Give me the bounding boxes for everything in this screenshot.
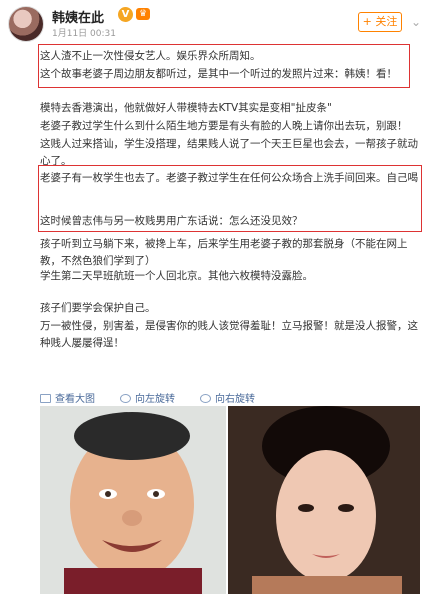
post-text-line: 这个故事老婆子周边朋友都听过，是其中一个听过的发照片过来：韩姨！看！ [40, 68, 397, 80]
post-text-line: 学生第二天早班航班一个人回北京。其他六枚模特没露脸。 [40, 270, 313, 282]
chevron-down-icon[interactable]: ⌄ [408, 12, 424, 32]
post-text-line: 万一被性侵，别害羞，是侵害你的贱人该觉得羞耻！立马报警！就是没人报警，这种贱人屡… [40, 320, 418, 349]
post-text-line: 孩子们要学会保护自己。 [40, 302, 156, 314]
post-text-line: 老婆子有一枚学生也去了。老婆子教过学生在任何公众场合上洗手间回来。自己喝过杯子或… [40, 172, 418, 184]
rotate-left-icon [120, 394, 131, 403]
username[interactable]: 韩姨在此 [52, 7, 104, 26]
post-photo-right[interactable] [228, 406, 420, 594]
follow-button[interactable]: + 关注 [358, 12, 402, 32]
post-header: 韩姨在此 V ♛ 1月11日 00:31 + 关注 ⌄ [0, 0, 430, 44]
post-text-line: 孩子听到立马躺下来，被搀上车，后来学生用老婆子教的那套脱身（不能在网上教，不然色… [40, 238, 408, 267]
rotate-right-button[interactable]: 向右旋转 [200, 390, 255, 405]
post-text-line: 这时候曾志伟与另一枚贱男用广东话说：怎么还没见效？ [40, 215, 303, 227]
view-large-icon [40, 394, 51, 403]
rotate-left-label: 向左旋转 [135, 394, 175, 405]
man-portrait-image [40, 406, 226, 594]
post-text-line: 这人渣不止一次性侵女艺人。娱乐界众所周知。 [40, 50, 261, 62]
view-large-label: 查看大图 [55, 394, 95, 405]
verified-badge-icon: V [118, 7, 133, 22]
post-photo-left[interactable] [40, 406, 226, 594]
avatar[interactable] [8, 6, 44, 42]
rotate-left-button[interactable]: 向左旋转 [120, 390, 175, 405]
post-text-line: 模特去香港演出，他就做好人带模特去KTV其实是变相"扯皮条" [40, 102, 332, 114]
woman-portrait-image [228, 406, 420, 594]
rotate-right-icon [200, 394, 211, 403]
view-large-image-button[interactable]: 查看大图 [40, 390, 95, 405]
image-actions-bar: 查看大图 向左旋转 向右旋转 [40, 388, 420, 408]
post-time[interactable]: 1月11日 00:31 [52, 26, 116, 39]
rotate-right-label: 向右旋转 [215, 394, 255, 405]
vip-crown-icon: ♛ [136, 8, 150, 20]
post-text-line: 老婆子教过学生什么到什么陌生地方要是有头有脸的人晚上请你出去玩，别跟！ [40, 120, 408, 132]
